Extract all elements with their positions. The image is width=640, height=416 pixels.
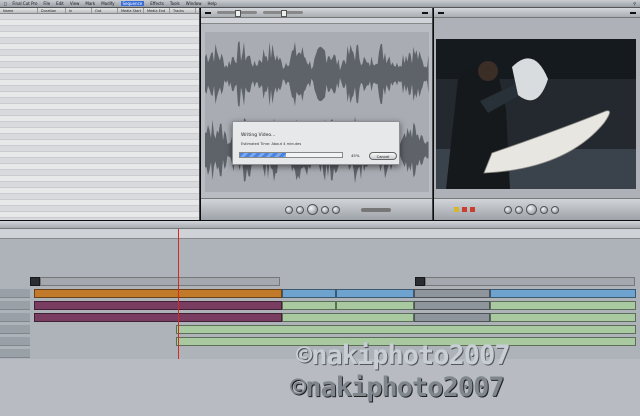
viewer-current-timecode[interactable] <box>422 11 428 14</box>
track-header-a2[interactable] <box>0 325 30 334</box>
track-header-v2[interactable] <box>0 289 30 298</box>
apple-menu-icon[interactable]:  <box>4 1 6 6</box>
watermark-text: ©nakiphoto2007 <box>290 372 505 403</box>
menu-file[interactable]: File <box>43 1 50 6</box>
column-header-out[interactable]: Out <box>92 8 118 13</box>
video-clip[interactable] <box>490 289 636 298</box>
jog-control[interactable] <box>361 208 391 212</box>
menu-tools[interactable]: Tools <box>170 1 180 6</box>
timeline-clip[interactable] <box>415 277 425 286</box>
column-header-name[interactable]: Name <box>0 8 38 13</box>
play-in-to-out-icon[interactable] <box>285 206 293 214</box>
browser-panel: Name Duration In Out Media Start Media E… <box>0 8 200 220</box>
menu-modify[interactable]: Modify <box>101 1 114 6</box>
timeline-clip[interactable] <box>40 277 280 286</box>
audio-clip[interactable] <box>414 301 490 310</box>
menu-app[interactable]: Final Cut Pro <box>12 1 37 6</box>
timeline-ruler[interactable] <box>0 229 640 239</box>
progress-bar-fill <box>240 153 286 157</box>
track-header-a4[interactable] <box>0 349 30 358</box>
spotlight-icon[interactable]: ⚲ <box>633 1 636 6</box>
column-header-media-end[interactable]: Media End <box>144 8 170 13</box>
browser-row[interactable] <box>0 212 199 218</box>
progress-bar <box>239 152 343 158</box>
next-edit-icon[interactable] <box>321 206 329 214</box>
waveform-channel-1 <box>205 41 429 107</box>
column-header-in[interactable]: In <box>66 8 92 13</box>
column-header-duration[interactable]: Duration <box>38 8 66 13</box>
canvas-current-timecode[interactable] <box>630 11 636 14</box>
track-header-a1[interactable] <box>0 313 30 322</box>
audio-clip[interactable] <box>414 313 490 322</box>
column-header-tracks[interactable]: Tracks <box>170 8 196 13</box>
menu-window[interactable]: Window <box>186 1 202 6</box>
watermark-text: ©nakiphoto2007 <box>296 340 511 371</box>
menu-edit[interactable]: Edit <box>56 1 64 6</box>
video-clip[interactable] <box>34 289 282 298</box>
audio-clip[interactable] <box>336 301 414 310</box>
play-around-icon[interactable] <box>332 206 340 214</box>
video-frame <box>436 39 636 189</box>
timeline-clip[interactable] <box>30 277 40 286</box>
audio-clip[interactable] <box>34 313 282 322</box>
timeline-playhead[interactable] <box>178 229 179 359</box>
track-header-a3[interactable] <box>0 337 30 346</box>
canvas-prev-icon[interactable] <box>504 206 512 214</box>
previous-edit-icon[interactable] <box>296 206 304 214</box>
canvas-rewind-icon[interactable] <box>515 206 523 214</box>
menubar-status-area: ⚲ <box>621 1 640 6</box>
canvas-header <box>434 8 640 18</box>
menu-view[interactable]: View <box>70 1 80 6</box>
audio-clip[interactable] <box>490 301 636 310</box>
video-clip[interactable] <box>282 289 336 298</box>
viewer-pan-slider[interactable] <box>263 10 303 17</box>
audio-clip[interactable] <box>34 301 282 310</box>
dialog-estimated-time: Estimated Time: About 4 minutes <box>241 142 302 146</box>
browser-list <box>0 14 199 218</box>
viewer-ruler[interactable] <box>201 18 432 24</box>
marker-red2-icon[interactable] <box>470 207 475 212</box>
canvas-play-icon[interactable] <box>526 204 537 215</box>
cancel-button[interactable]: Cancel <box>369 152 397 160</box>
marker-red-icon[interactable] <box>462 207 467 212</box>
canvas-transport-controls <box>434 198 640 220</box>
viewer-header <box>201 8 432 18</box>
writing-video-dialog: Writing Video... Estimated Time: About 4… <box>232 121 400 165</box>
video-clip[interactable] <box>336 289 414 298</box>
viewer-transport-controls <box>201 198 432 220</box>
menu-sequence[interactable]: Sequence <box>120 1 145 6</box>
canvas-next-icon[interactable] <box>551 206 559 214</box>
progress-percent-label: 45% <box>351 153 360 158</box>
music-clip[interactable] <box>176 325 636 334</box>
timeline-clip[interactable] <box>425 277 635 286</box>
play-icon[interactable] <box>307 204 318 215</box>
audio-clip[interactable] <box>282 313 414 322</box>
viewer-duration-timecode[interactable] <box>205 11 211 14</box>
video-clip[interactable] <box>414 289 490 298</box>
canvas-window <box>434 8 640 220</box>
audio-clip[interactable] <box>282 301 336 310</box>
viewer-window <box>201 8 433 220</box>
audio-waveform[interactable] <box>205 32 429 192</box>
marker-yellow-icon[interactable] <box>454 207 459 212</box>
column-header-media-start[interactable]: Media Start <box>118 8 144 13</box>
dialog-title: Writing Video... <box>241 133 276 138</box>
timeline-tabs <box>0 221 640 229</box>
menu-bar:  Final Cut Pro File Edit View Mark Modi… <box>0 0 640 8</box>
viewer-level-slider[interactable] <box>217 10 257 17</box>
canvas-duration-timecode[interactable] <box>438 11 444 14</box>
track-header-v1[interactable] <box>0 301 30 310</box>
canvas-forward-icon[interactable] <box>540 206 548 214</box>
menu-effects[interactable]: Effects <box>150 1 164 6</box>
audio-clip[interactable] <box>490 313 636 322</box>
menu-mark[interactable]: Mark <box>85 1 95 6</box>
menu-help[interactable]: Help <box>208 1 217 6</box>
